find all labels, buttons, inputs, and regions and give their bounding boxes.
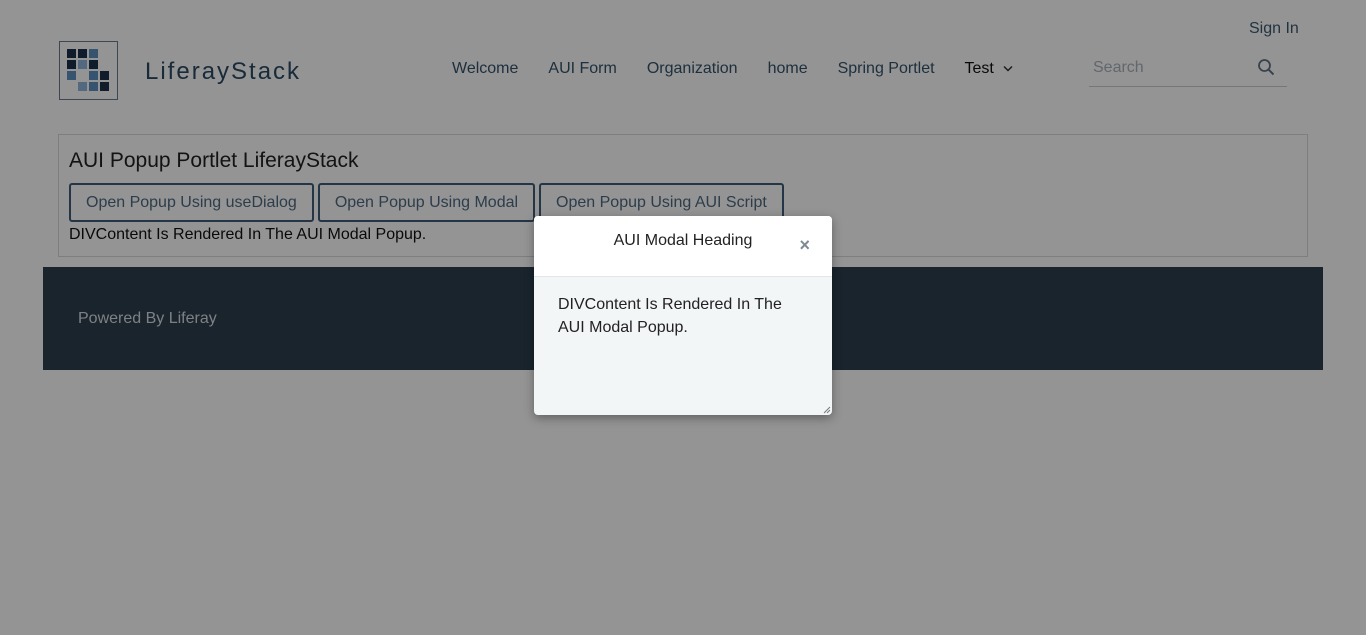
modal-heading: AUI Modal Heading: [613, 232, 753, 249]
modal-body-text: DIVContent Is Rendered In The AUI Modal …: [558, 296, 782, 336]
resize-handle-icon[interactable]: [822, 405, 831, 414]
aui-modal-dialog: AUI Modal Heading × DIVContent Is Render…: [534, 216, 832, 415]
modal-header: AUI Modal Heading ×: [534, 216, 832, 277]
close-icon[interactable]: ×: [799, 236, 810, 254]
